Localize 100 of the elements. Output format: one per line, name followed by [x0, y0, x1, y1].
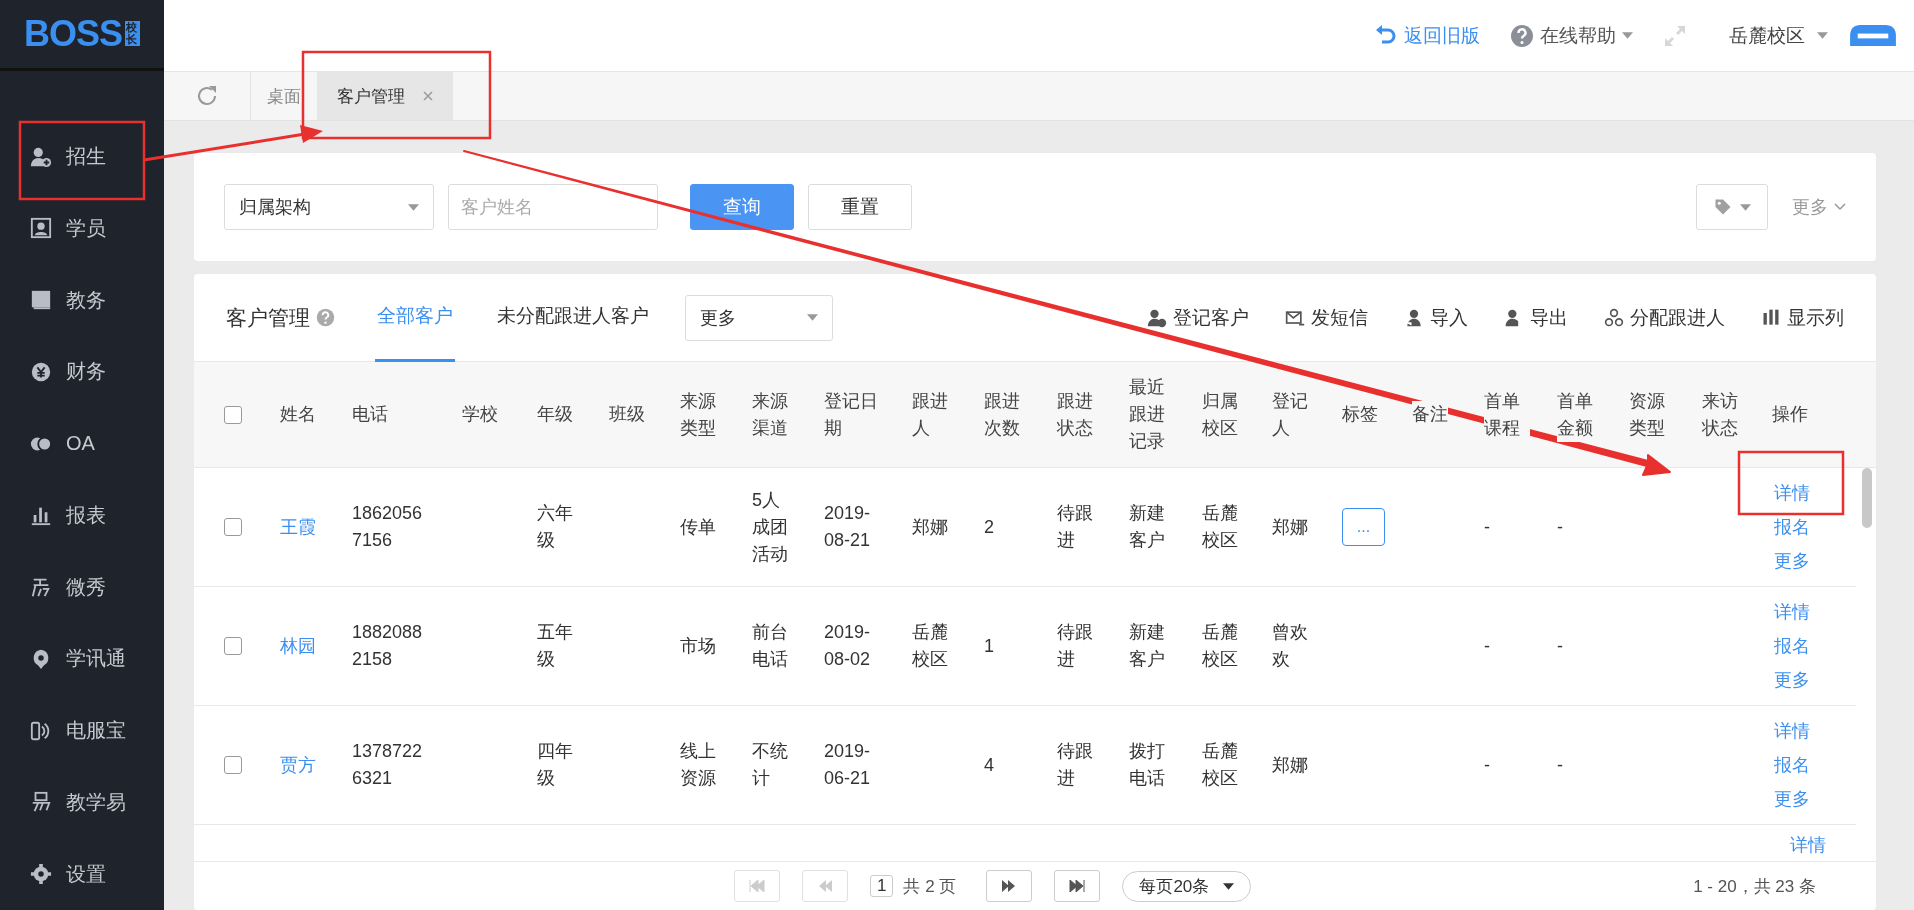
caret-icon[interactable]: [1817, 32, 1828, 39]
table-cell-text: 拨打电话: [1129, 740, 1166, 790]
sidebar-icon: [30, 289, 52, 312]
sidebar-item[interactable]: 招生: [0, 120, 164, 193]
table-cell-text: -: [1557, 753, 1563, 777]
sidebar-item[interactable]: 电服宝: [0, 694, 164, 767]
table-cell-text: 六年级: [537, 502, 574, 552]
filter-button[interactable]: 重置: [808, 184, 912, 230]
table-cell-text: 不统计: [752, 740, 789, 790]
fullscreen-icon[interactable]: [1663, 23, 1687, 48]
caret-icon: [1622, 32, 1633, 39]
table-cell-text: 18820882158: [352, 621, 424, 671]
sidebar-icon: [30, 145, 52, 168]
action-icon: [1147, 307, 1167, 328]
more-select[interactable]: 更多: [685, 294, 833, 341]
sidebar-item[interactable]: 学讯通: [0, 623, 164, 695]
sidebar-item[interactable]: 微秀: [0, 551, 164, 624]
sidebar-item[interactable]: 学员: [0, 192, 164, 265]
table-cell-text: 新建客户: [1129, 502, 1166, 552]
table-cell-text: 1: [984, 634, 994, 658]
action-icon: [1404, 307, 1424, 328]
avatar-icon[interactable]: [1850, 25, 1896, 46]
caret-icon: [1223, 882, 1235, 890]
table-cell-text: 传单: [680, 515, 716, 539]
tag-dropdown[interactable]: [1696, 184, 1768, 230]
sidebar-item[interactable]: 财务: [0, 336, 164, 408]
table-cell-text: 2019-08-21: [824, 502, 872, 552]
caret-icon: [807, 314, 818, 321]
table-cell-text: -: [1557, 634, 1563, 658]
refresh-icon[interactable]: [195, 84, 219, 108]
page-count: 共 2 页: [903, 875, 957, 898]
logo-badge: 校长: [125, 21, 140, 47]
sidebar-item[interactable]: OA: [0, 407, 164, 480]
table-cell-text: 待跟进: [1057, 740, 1094, 790]
last-page-button[interactable]: [1054, 870, 1101, 902]
table-cell-text: 五年级: [537, 621, 574, 671]
caret-icon: [1739, 203, 1751, 211]
sidebar-icon: [30, 719, 52, 742]
sidebar-icon: [30, 863, 52, 886]
table-cell-text: -: [1484, 515, 1490, 539]
sidebar-item[interactable]: 设置: [0, 838, 164, 910]
header-link[interactable]: 在线帮助: [1510, 22, 1633, 49]
action-icon: [1761, 307, 1781, 328]
table-cell-text: 岳麓校区: [1202, 621, 1239, 671]
table-cell-text: -: [1484, 634, 1490, 658]
table-cell-text: 2019-06-21: [824, 740, 872, 790]
prev-page-icon: [817, 880, 833, 892]
list-title: 客户管理: [226, 304, 310, 331]
table-cell-text: -: [1557, 515, 1563, 539]
sidebar-item[interactable]: 报表: [0, 479, 164, 552]
toolbar-action[interactable]: 显示列: [1761, 304, 1844, 331]
sidebar-icon: [30, 791, 52, 814]
toolbar-action[interactable]: 导出: [1504, 304, 1568, 331]
toolbar-action[interactable]: 发短信: [1285, 304, 1368, 331]
table-cell-text: 13787226321: [352, 740, 424, 790]
help-icon[interactable]: [316, 308, 335, 327]
page-summary: 1 - 20，共 23 条: [1693, 875, 1816, 898]
close-icon[interactable]: [423, 91, 433, 101]
toolbar-action[interactable]: 导入: [1404, 304, 1468, 331]
table-cell-text: 待跟进: [1057, 621, 1094, 671]
toolbar-action[interactable]: 分配跟进人: [1604, 304, 1725, 331]
row-checkbox[interactable]: [224, 756, 242, 774]
select-all-checkbox[interactable]: [224, 405, 242, 424]
table-cell-text: -: [1484, 753, 1490, 777]
table-cell-text: 四年级: [537, 740, 574, 790]
table-cell-text: 郑娜: [1272, 753, 1308, 777]
list-tab[interactable]: 未分配跟进人客户: [495, 273, 651, 362]
sidebar-item[interactable]: 教学易: [0, 766, 164, 839]
logo-text: BOSS: [24, 12, 122, 55]
table-cell-text: 岳麓校区: [912, 621, 949, 671]
prev-page-button[interactable]: [802, 870, 848, 902]
row-checkbox[interactable]: [224, 518, 242, 536]
table-cell-text: 市场: [680, 634, 716, 658]
org-select[interactable]: 归属架构: [224, 184, 434, 230]
table-cell-text: 曾欢欢: [1272, 621, 1309, 671]
scrollbar[interactable]: [1862, 468, 1872, 528]
campus-menu[interactable]: 岳麓校区: [1729, 22, 1805, 49]
table-cell-text: 待跟进: [1057, 502, 1094, 552]
table-cell-text: 新建客户: [1129, 621, 1166, 671]
next-page-button[interactable]: [986, 870, 1033, 902]
table-cell-text: 2019-08-02: [824, 621, 872, 671]
caret-icon: [408, 203, 419, 211]
chevron-icon: [1834, 203, 1846, 211]
table-cell-text: 岳麓校区: [1202, 740, 1239, 790]
first-page-button[interactable]: [734, 870, 780, 902]
page-tab[interactable]: 客户管理: [317, 72, 453, 120]
table-cell-text: 18620567156: [352, 502, 424, 552]
table-cell-text: 2: [984, 515, 994, 539]
table-cell-text: 4: [984, 753, 994, 777]
first-page-icon: [749, 880, 765, 892]
name-search-field[interactable]: 客户姓名: [448, 184, 658, 230]
toolbar-action[interactable]: 登记客户: [1147, 304, 1249, 331]
table-cell-text: 岳麓校区: [1202, 502, 1239, 552]
table-cell-text: 线上资源: [680, 740, 717, 790]
sidebar-item[interactable]: 教务: [0, 264, 164, 337]
help-icon: [1510, 23, 1534, 48]
action-icon: [1604, 307, 1624, 328]
page-field[interactable]: 1: [870, 875, 894, 897]
table-cell-text: 前台电话: [752, 621, 789, 671]
row-checkbox[interactable]: [224, 637, 242, 655]
